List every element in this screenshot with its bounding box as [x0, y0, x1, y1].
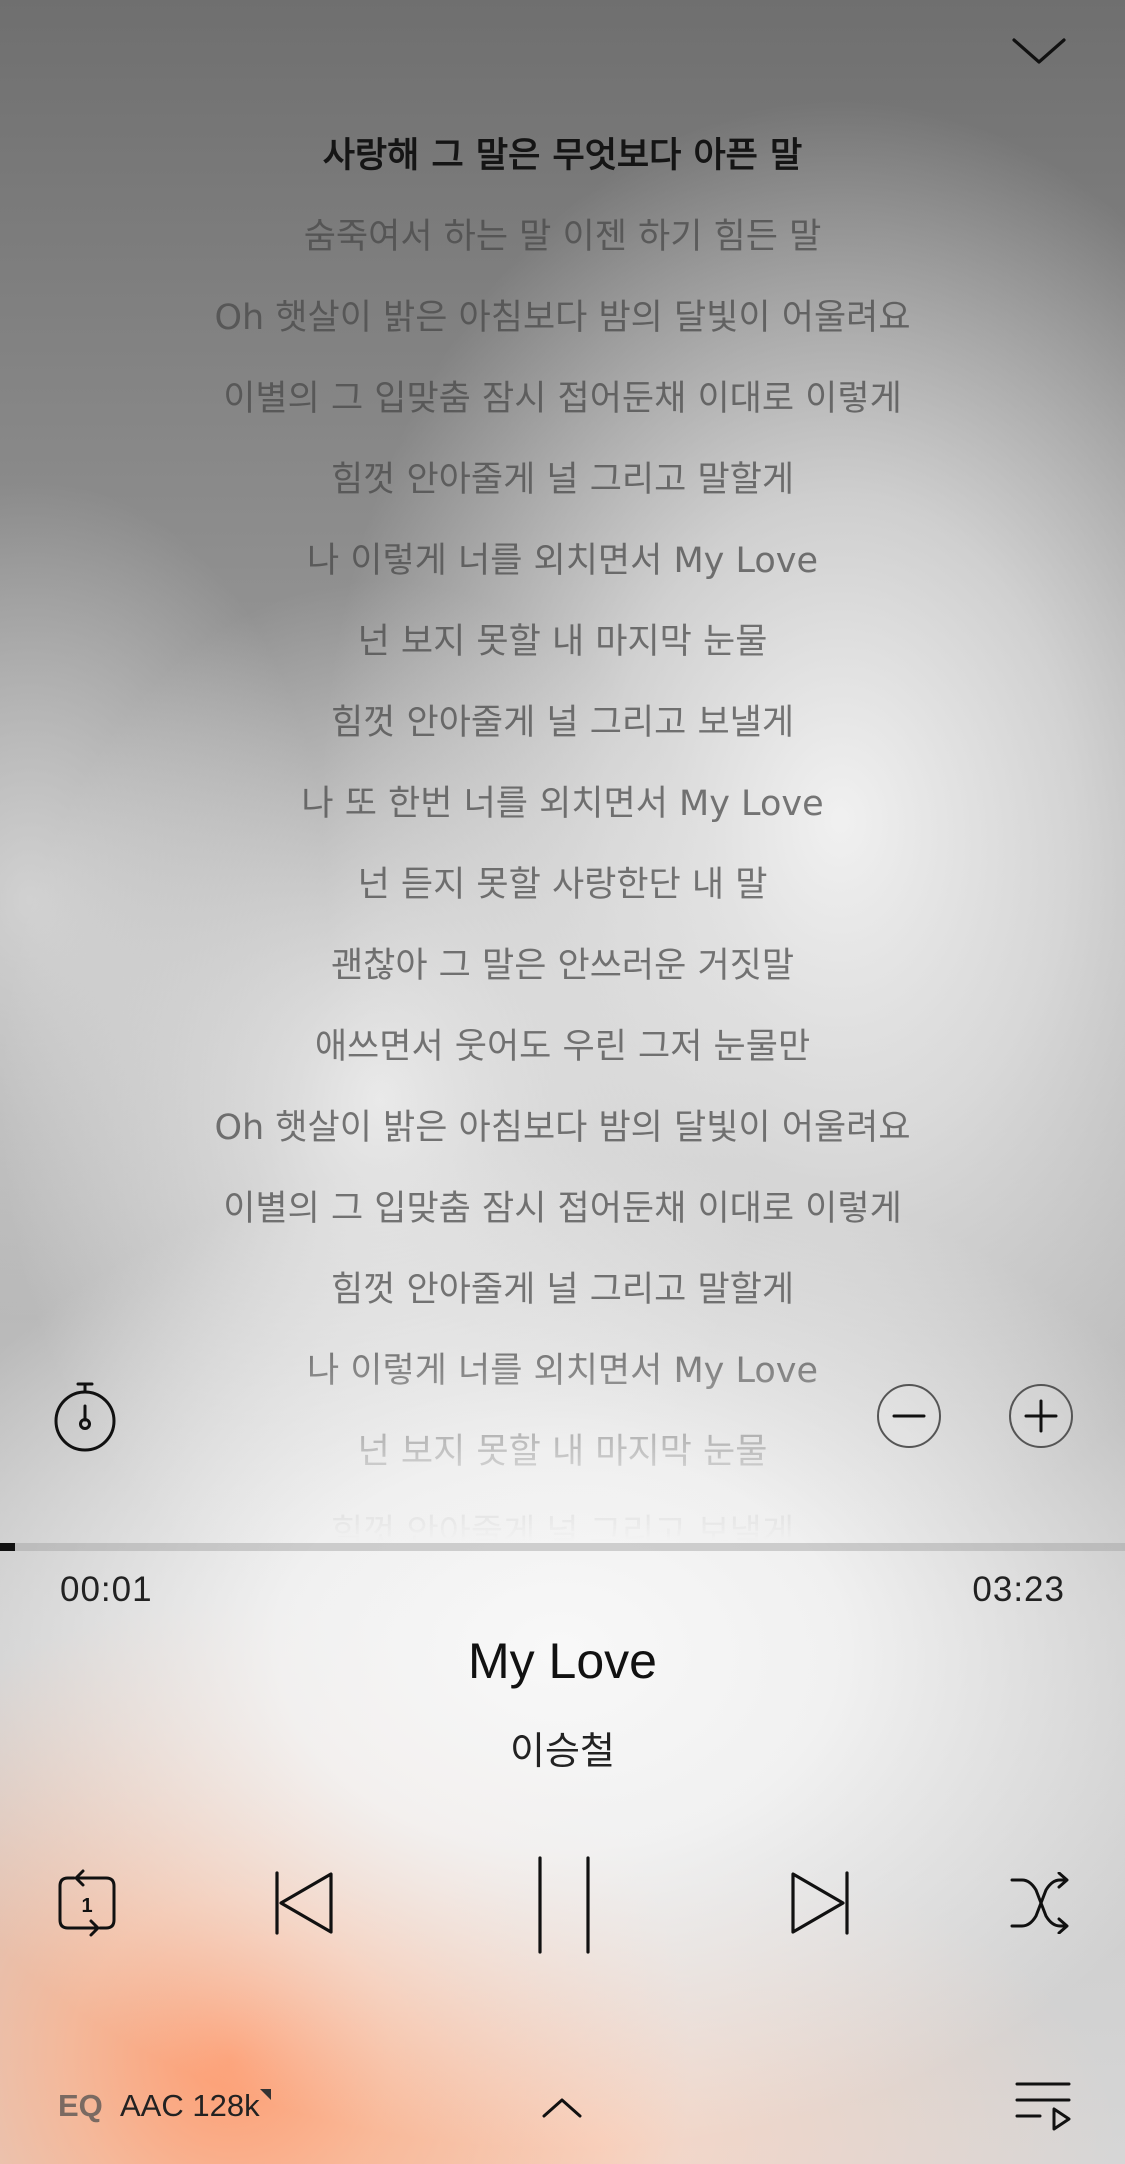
lyric-line[interactable]: 이별의 그 입맞춤 잠시 접어둔채 이대로 이렇게 — [0, 1174, 1125, 1255]
skip-next-icon — [791, 1871, 849, 1935]
lyric-line[interactable]: 넌 듣지 못할 사랑한단 내 말 — [0, 850, 1125, 931]
repeat-one-badge: 1 — [81, 1895, 92, 1917]
seek-bar[interactable] — [0, 1543, 1125, 1551]
next-track-button[interactable] — [788, 1870, 852, 1936]
repeat-button[interactable]: 1 — [56, 1868, 118, 1938]
pause-icon — [538, 1856, 590, 1954]
lyric-line[interactable]: 이별의 그 입맞춤 잠시 접어둔채 이대로 이렇게 — [0, 364, 1125, 445]
lyric-line[interactable]: 힘껏 안아줄게 널 그리고 보낼게 — [0, 688, 1125, 769]
lyric-line[interactable]: 애쓰면서 웃어도 우린 그저 눈물만 — [0, 1012, 1125, 1093]
lyric-line[interactable]: 힘껏 안아줄게 널 그리고 보낼게 — [0, 1498, 1125, 1541]
chevron-down-icon — [1012, 38, 1066, 64]
lyric-line[interactable]: 나 이렇게 너를 외치면서 My Love — [0, 526, 1125, 607]
now-playing-screen: 사랑해 그 말은 무엇보다 아픈 말 숨죽여서 하는 말 이젠 하기 힘든 말 Oh… — [0, 0, 1125, 2164]
lyrics-font-larger-button[interactable] — [1008, 1383, 1074, 1449]
quality-menu-indicator — [260, 2089, 271, 2100]
lyric-line[interactable]: 숨죽여서 하는 말 이젠 하기 힘든 말 — [0, 202, 1125, 283]
pause-button[interactable] — [532, 1855, 596, 1955]
chevron-up-icon — [542, 2098, 582, 2118]
lyric-line[interactable]: 괜찮아 그 말은 안쓰러운 거짓말 — [0, 931, 1125, 1012]
minus-circle-icon — [877, 1384, 941, 1448]
lyric-line[interactable]: Oh 햇살이 밝은 아침보다 밤의 달빛이 어울려요 — [0, 1093, 1125, 1174]
stopwatch-icon — [54, 1382, 116, 1452]
seek-bar-fill — [0, 1543, 15, 1551]
lyric-line[interactable]: Oh 햇살이 밝은 아침보다 밤의 달빛이 어울려요 — [0, 283, 1125, 364]
previous-track-button[interactable] — [272, 1870, 336, 1936]
playlist-icon — [1015, 2082, 1071, 2131]
shuffle-icon — [1010, 1872, 1069, 1934]
playlist-button[interactable] — [1014, 2080, 1072, 2132]
total-duration: 03:23 — [972, 1570, 1065, 1609]
lyric-line[interactable]: 나 또 한번 너를 외치면서 My Love — [0, 769, 1125, 850]
lyric-line[interactable]: 넌 보지 못할 내 마지막 눈물 — [0, 607, 1125, 688]
shuffle-button[interactable] — [1010, 1872, 1070, 1934]
song-title: My Love — [468, 1633, 657, 1689]
lyric-line[interactable]: 힘껏 안아줄게 널 그리고 말할게 — [0, 1255, 1125, 1336]
plus-circle-icon — [1009, 1384, 1073, 1448]
lyrics-panel[interactable]: 사랑해 그 말은 무엇보다 아픈 말 숨죽여서 하는 말 이젠 하기 힘든 말 Oh… — [0, 121, 1125, 1541]
audio-quality-button[interactable]: AAC 128k — [120, 2088, 260, 2124]
skip-previous-icon — [275, 1871, 333, 1935]
expand-button[interactable] — [540, 2094, 584, 2122]
artist-name[interactable]: 이승철 — [0, 1720, 1125, 1775]
equalizer-button[interactable]: EQ — [58, 2088, 103, 2124]
sleep-timer-button[interactable] — [52, 1380, 118, 1452]
collapse-player-button[interactable] — [1004, 24, 1074, 76]
repeat-one-icon: 1 — [58, 1869, 116, 1937]
lyric-line[interactable]: 넌 보지 못할 내 마지막 눈물 — [0, 1417, 1125, 1498]
elapsed-time: 00:01 — [60, 1570, 153, 1609]
lyrics-font-smaller-button[interactable] — [876, 1383, 942, 1449]
lyric-line[interactable]: 나 이렇게 너를 외치면서 My Love — [0, 1336, 1125, 1417]
lyric-line[interactable]: 힘껏 안아줄게 널 그리고 말할게 — [0, 445, 1125, 526]
lyric-line-current[interactable]: 사랑해 그 말은 무엇보다 아픈 말 — [0, 121, 1125, 202]
